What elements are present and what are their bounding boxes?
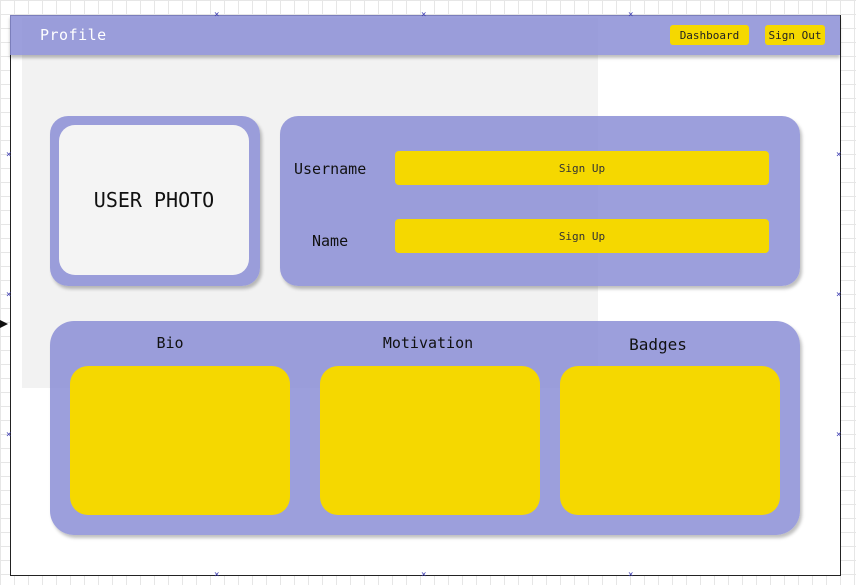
username-field[interactable]: Sign Up (395, 151, 769, 185)
badges-box[interactable] (560, 366, 780, 515)
dashboard-button[interactable]: Dashboard (670, 25, 749, 45)
name-label: Name (312, 232, 349, 250)
x-marker-icon[interactable]: × (836, 151, 841, 160)
x-marker-icon[interactable]: × (836, 431, 841, 440)
page-title: Profile (40, 26, 107, 44)
motivation-label: Motivation (382, 334, 474, 352)
x-marker-icon[interactable]: × (628, 11, 633, 20)
header-bar: Profile Dashboard Sign Out (10, 15, 840, 55)
x-marker-icon[interactable]: × (836, 291, 841, 300)
x-marker-icon[interactable]: × (421, 11, 426, 20)
sign-out-button[interactable]: Sign Out (765, 25, 825, 45)
x-marker-icon[interactable]: × (6, 431, 11, 440)
x-marker-icon[interactable]: × (214, 11, 219, 20)
user-photo-card: USER PHOTO (50, 116, 260, 286)
x-marker-icon[interactable]: × (214, 571, 219, 580)
motivation-box[interactable] (320, 366, 540, 515)
profile-sections-card: Bio Motivation Badges (50, 321, 800, 535)
bio-label: Bio (156, 334, 184, 352)
badges-label: Badges (629, 335, 687, 354)
user-info-card: Username Sign Up Name Sign Up (280, 116, 800, 286)
x-marker-icon[interactable]: × (6, 151, 11, 160)
bio-box[interactable] (70, 366, 290, 515)
connector-arrow-icon (0, 320, 8, 328)
x-marker-icon[interactable]: × (628, 571, 633, 580)
x-marker-icon[interactable]: × (6, 291, 11, 300)
username-label: Username (294, 160, 367, 178)
name-field[interactable]: Sign Up (395, 219, 769, 253)
x-marker-icon[interactable]: × (421, 571, 426, 580)
user-photo[interactable]: USER PHOTO (59, 125, 249, 275)
